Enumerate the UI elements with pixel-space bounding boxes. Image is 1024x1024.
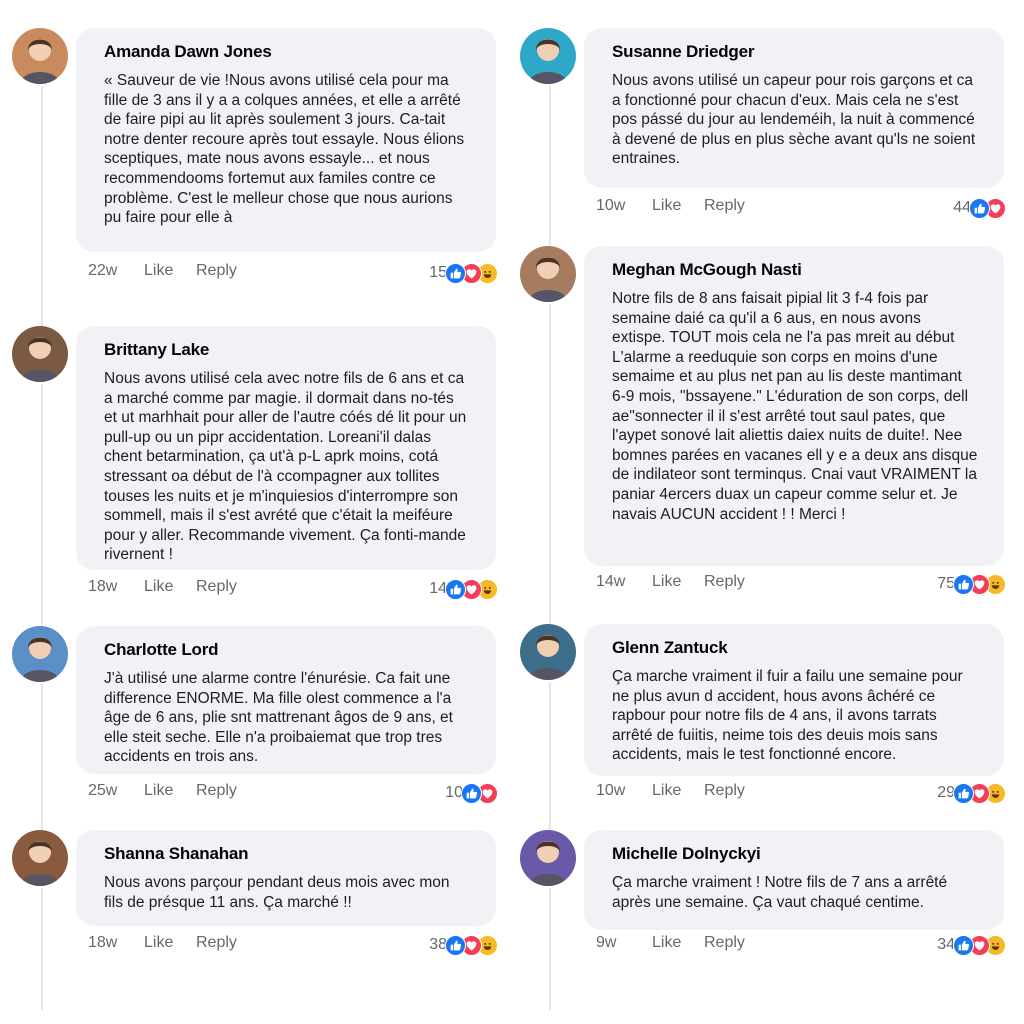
reply-button[interactable]: Reply <box>704 934 745 952</box>
comment-bubble: Glenn Zantuck Ça marche vraiment il fuir… <box>584 624 1004 776</box>
like-icon <box>953 573 974 595</box>
avatar[interactable] <box>520 624 576 680</box>
comment-actions: 10w Like Reply 29 <box>596 782 1006 804</box>
reply-button[interactable]: Reply <box>704 782 745 800</box>
comment-text: Nous avons utilisé un capeur pour rois g… <box>612 72 976 168</box>
comment-bubble: Amanda Dawn Jones « Sauveur de vie !Nous… <box>76 28 496 252</box>
avatar-image <box>12 326 68 382</box>
thread-line <box>41 86 43 356</box>
comment-actions: 22w Like Reply 15 <box>88 262 498 284</box>
comment-author[interactable]: Michelle Dolnyckyi <box>612 844 978 864</box>
like-button[interactable]: Like <box>144 782 173 800</box>
comment-text: Nous avons parçour pendant deus mois ave… <box>104 874 450 911</box>
comment-age[interactable]: 9w <box>596 934 616 952</box>
comment-bubble: Brittany Lake Nous avons utilisé cela av… <box>76 326 496 570</box>
thread-line <box>549 86 551 266</box>
comment-text: Nous avons utilisé cela avec notre fils … <box>104 370 467 564</box>
comment-author[interactable]: Shanna Shanahan <box>104 844 470 864</box>
reactions-summary[interactable]: 14 <box>429 578 498 600</box>
reactions-summary[interactable]: 29 <box>937 782 1006 804</box>
comment-bubble: Shanna Shanahan Nous avons parçour penda… <box>76 830 496 926</box>
thread-line <box>41 888 43 1010</box>
like-button[interactable]: Like <box>144 578 173 596</box>
reply-button[interactable]: Reply <box>196 262 237 280</box>
like-icon <box>461 782 482 804</box>
avatar[interactable] <box>12 326 68 382</box>
thread-line <box>549 304 551 664</box>
avatar[interactable] <box>12 28 68 84</box>
avatar[interactable] <box>12 626 68 682</box>
avatar[interactable] <box>520 28 576 84</box>
like-icon <box>445 578 466 600</box>
comment-age[interactable]: 14w <box>596 573 625 591</box>
reply-button[interactable]: Reply <box>196 782 237 800</box>
comment-age[interactable]: 10w <box>596 782 625 800</box>
comment-bubble: Susanne Driedger Nous avons utilisé un c… <box>584 28 1004 188</box>
like-button[interactable]: Like <box>652 573 681 591</box>
comment-text: Notre fils de 8 ans faisait pipial lit 3… <box>612 290 978 523</box>
avatar-image <box>12 830 68 886</box>
comment-text: J'à utilisé une alarme contre l'énurésie… <box>104 670 453 766</box>
comment-text: Ça marche vraiment ! Notre fils de 7 ans… <box>612 874 948 911</box>
comment-actions: 14w Like Reply 75 <box>596 573 1006 595</box>
avatar-image <box>520 624 576 680</box>
avatar-image <box>520 28 576 84</box>
avatar[interactable] <box>520 830 576 886</box>
like-button[interactable]: Like <box>652 934 681 952</box>
avatar-image <box>12 626 68 682</box>
comment-author[interactable]: Susanne Driedger <box>612 42 978 62</box>
like-icon <box>445 934 466 956</box>
reactions-summary[interactable]: 10 <box>445 782 498 804</box>
reply-button[interactable]: Reply <box>704 573 745 591</box>
comment-actions: 25w Like Reply 10 <box>88 782 498 804</box>
comment-actions: 9w Like Reply 34 <box>596 934 1006 956</box>
like-icon <box>969 197 990 219</box>
comment-actions: 18w Like Reply 38 <box>88 934 498 956</box>
reactions-summary[interactable]: 38 <box>429 934 498 956</box>
comment-actions: 10w Like Reply 44 <box>596 197 1006 219</box>
comment-author[interactable]: Amanda Dawn Jones <box>104 42 470 62</box>
like-icon <box>953 934 974 956</box>
avatar-image <box>12 28 68 84</box>
reply-button[interactable]: Reply <box>704 197 745 215</box>
avatar[interactable] <box>520 246 576 302</box>
like-icon <box>953 782 974 804</box>
comment-age[interactable]: 18w <box>88 578 117 596</box>
like-button[interactable]: Like <box>144 262 173 280</box>
avatar[interactable] <box>12 830 68 886</box>
comment-bubble: Meghan McGough Nasti Notre fils de 8 ans… <box>584 246 1004 566</box>
like-icon <box>445 262 466 284</box>
reply-button[interactable]: Reply <box>196 578 237 596</box>
comment-bubble: Charlotte Lord J'à utilisé une alarme co… <box>76 626 496 774</box>
comment-bubble: Michelle Dolnyckyi Ça marche vraiment ! … <box>584 830 1004 930</box>
comment-text: « Sauveur de vie !Nous avons utilisé cel… <box>104 72 465 227</box>
avatar-image <box>520 246 576 302</box>
comment-author[interactable]: Glenn Zantuck <box>612 638 978 658</box>
like-button[interactable]: Like <box>652 197 681 215</box>
reply-button[interactable]: Reply <box>196 934 237 952</box>
reactions-summary[interactable]: 75 <box>937 573 1006 595</box>
comment-age[interactable]: 25w <box>88 782 117 800</box>
reactions-summary[interactable]: 44 <box>953 197 1006 219</box>
comment-age[interactable]: 18w <box>88 934 117 952</box>
comment-actions: 18w Like Reply 14 <box>88 578 498 600</box>
comment-age[interactable]: 10w <box>596 197 625 215</box>
like-button[interactable]: Like <box>144 934 173 952</box>
comment-author[interactable]: Meghan McGough Nasti <box>612 260 978 280</box>
comment-text: Ça marche vraiment il fuir a failu une s… <box>612 668 963 764</box>
like-button[interactable]: Like <box>652 782 681 800</box>
reactions-summary[interactable]: 34 <box>937 934 1006 956</box>
thread-line <box>41 384 43 664</box>
comment-author[interactable]: Brittany Lake <box>104 340 470 360</box>
avatar-image <box>520 830 576 886</box>
comment-author[interactable]: Charlotte Lord <box>104 640 470 660</box>
thread-line <box>549 888 551 1010</box>
reactions-summary[interactable]: 15 <box>429 262 498 284</box>
comment-age[interactable]: 22w <box>88 262 117 280</box>
